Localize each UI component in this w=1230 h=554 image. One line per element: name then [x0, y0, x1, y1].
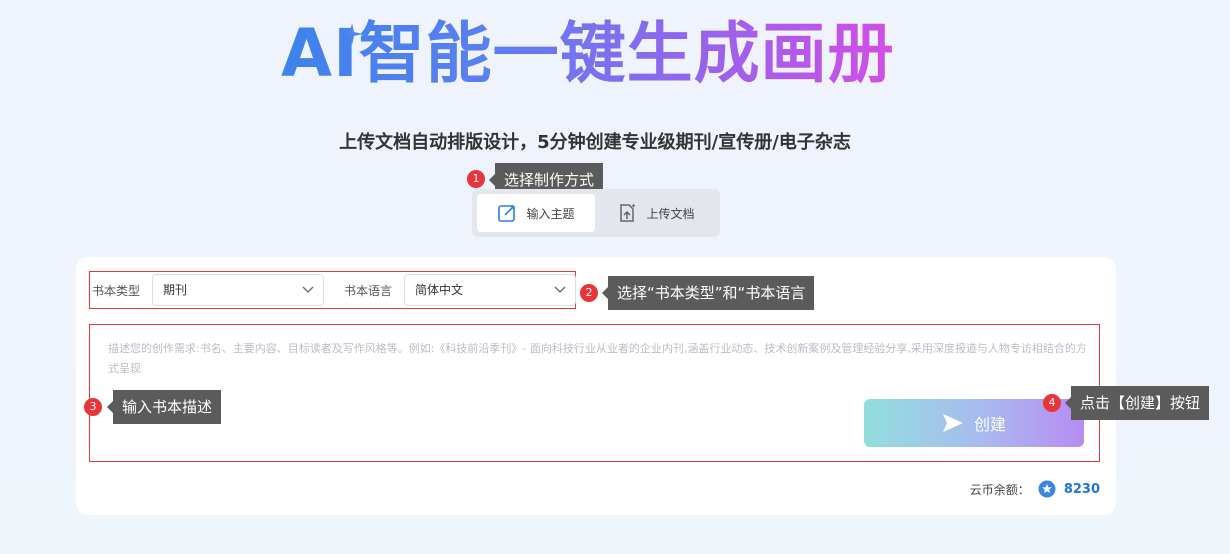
page-title: AI智能一键生成画册 — [281, 15, 895, 92]
create-button-label: 创建 — [973, 415, 1006, 434]
annotation-tip-2: 选择“书本类型”和“书本语言 — [601, 276, 815, 310]
annotation-tip-4: 点击【创建】按钮 — [1064, 386, 1210, 420]
annotation-tip-3: 输入书本描述 — [106, 390, 222, 424]
sparkle-icon — [341, 23, 363, 45]
edit-icon — [498, 204, 516, 222]
balance-label: 云币余额： — [969, 482, 1030, 497]
book-type-value: 期刊 — [163, 283, 188, 297]
book-language-label: 书本语言 — [344, 284, 393, 298]
annotation-badge-2: 2 — [580, 284, 598, 302]
chevron-down-icon — [302, 286, 314, 293]
description-placeholder: 描述您的创作需求:书名、主要内容、目标读者及写作风格等。例如:《科技前沿季刊》-… — [108, 342, 1087, 375]
tab-input-topic[interactable]: 输入主题 — [477, 194, 595, 232]
book-type-label: 书本类型 — [92, 284, 141, 298]
upload-doc-icon — [620, 203, 637, 222]
annotation-badge-1: 1 — [467, 170, 485, 188]
coin-icon — [1038, 480, 1056, 498]
book-language-select[interactable]: 简体中文 — [404, 274, 576, 306]
balance: 云币余额： 8230 — [970, 480, 1100, 498]
send-icon — [942, 414, 963, 432]
hero: AI智能一键生成画册 — [0, 14, 1230, 94]
subtitle-text: 上传文档自动排版设计，5分钟创建专业级期刊/宣传册/电子杂志 — [339, 132, 851, 153]
balance-amount: 8230 — [1063, 481, 1100, 497]
annotation-badge-4: 4 — [1043, 394, 1061, 412]
chevron-down-icon — [554, 286, 566, 293]
tab-upload-doc[interactable]: 上传文档 — [597, 194, 715, 232]
tab-label: 输入主题 — [526, 206, 575, 221]
mode-switch: 输入主题 上传文档 — [472, 189, 720, 237]
annotation-badge-3: 3 — [84, 398, 102, 416]
tab-label: 上传文档 — [646, 206, 695, 221]
book-type-select[interactable]: 期刊 — [152, 274, 324, 306]
page-subtitle: 上传文档自动排版设计，5分钟创建专业级期刊/宣传册/电子杂志 — [0, 128, 1190, 154]
book-language-value: 简体中文 — [415, 283, 464, 297]
